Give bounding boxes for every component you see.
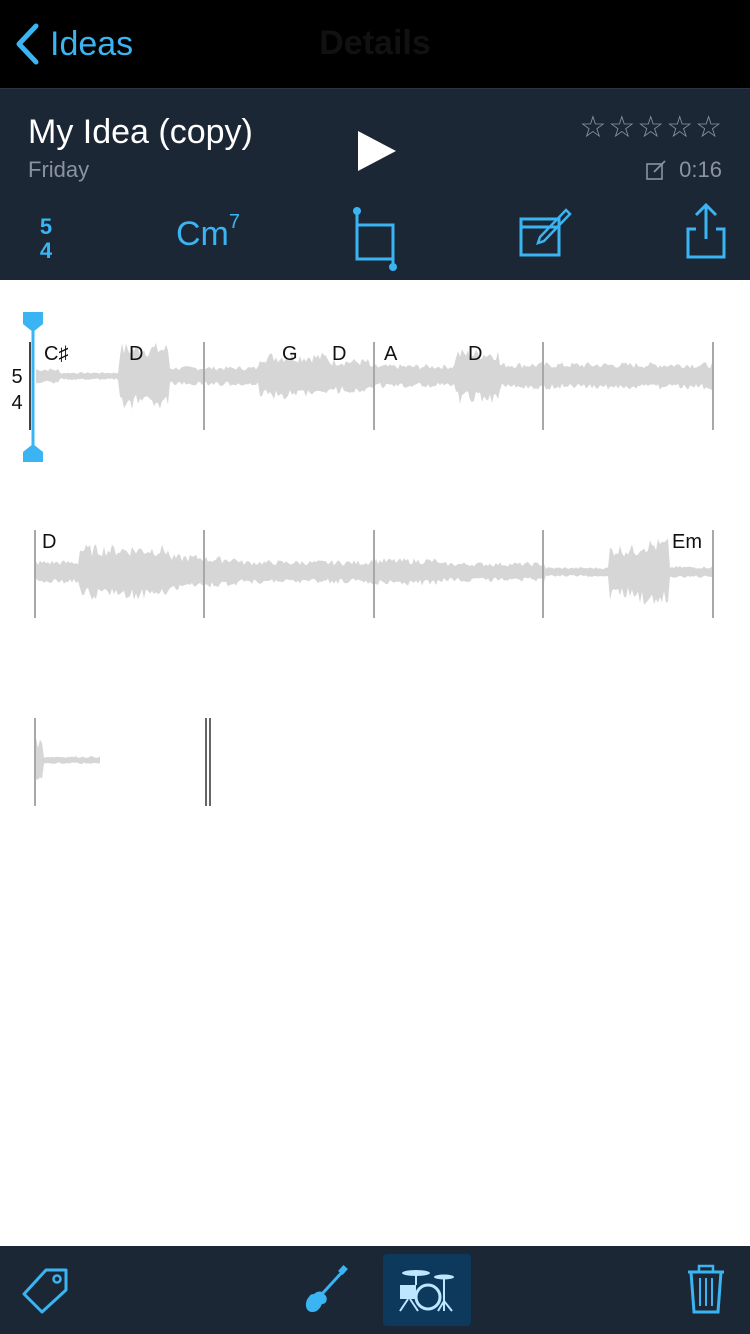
star-icon[interactable]: ☆ (579, 113, 606, 143)
star-icon[interactable]: ☆ (637, 113, 664, 143)
star-icon[interactable]: ☆ (695, 113, 722, 143)
share-icon[interactable] (684, 201, 728, 261)
chord-label[interactable]: Em (672, 531, 702, 554)
playhead-bottom-handle (23, 444, 43, 462)
navigation-bar: Ideas Details (0, 0, 750, 88)
time-signature-button[interactable]: 5 4 (36, 215, 56, 263)
star-icon[interactable]: ☆ (608, 113, 635, 143)
bottom-toolbar (0, 1246, 750, 1334)
idea-toolbar: 5 4 Cm7 (0, 201, 750, 281)
chord-label[interactable]: A (384, 343, 397, 366)
key-chord-button[interactable]: Cm7 (176, 211, 240, 254)
edit-icon[interactable] (518, 207, 572, 259)
tag-icon (22, 1268, 68, 1314)
duration: 0:16 (679, 157, 722, 182)
play-icon[interactable] (352, 127, 400, 175)
chord-label[interactable]: D (129, 343, 143, 366)
star-icon[interactable]: ☆ (666, 113, 693, 143)
chord-label[interactable]: C♯ (44, 343, 68, 366)
page-title: Details (319, 24, 431, 62)
idea-date: Friday (28, 157, 90, 182)
chord-label[interactable]: G (282, 343, 298, 366)
edited-icon (646, 160, 666, 180)
instrument-guitar-button[interactable] (292, 1254, 356, 1326)
delete-button[interactable] (674, 1254, 738, 1326)
instrument-drums-button[interactable] (383, 1254, 471, 1326)
drums-icon (399, 1270, 454, 1312)
idea-meta: 0:16 (645, 157, 722, 183)
guitar-icon (305, 1265, 348, 1312)
idea-info-panel: My Idea (copy) Friday ☆ ☆ ☆ ☆ ☆ 0:16 5 4… (0, 88, 750, 281)
playhead-top-handle (23, 312, 43, 332)
row-time-signature: 5 4 (11, 366, 23, 414)
rating-stars[interactable]: ☆ ☆ ☆ ☆ ☆ (579, 113, 722, 143)
idea-title[interactable]: My Idea (copy) (28, 113, 253, 152)
chord-label[interactable]: D (42, 531, 56, 554)
trash-icon (688, 1264, 724, 1314)
chord-label[interactable]: D (332, 343, 346, 366)
waveform-canvas[interactable] (0, 280, 750, 880)
chord-label[interactable]: D (468, 343, 482, 366)
tag-button[interactable] (14, 1254, 78, 1326)
crop-icon[interactable] (350, 205, 400, 273)
waveform-area[interactable]: 5 4 C♯ D G D A D D Em (0, 280, 750, 1246)
waveform (36, 738, 100, 780)
